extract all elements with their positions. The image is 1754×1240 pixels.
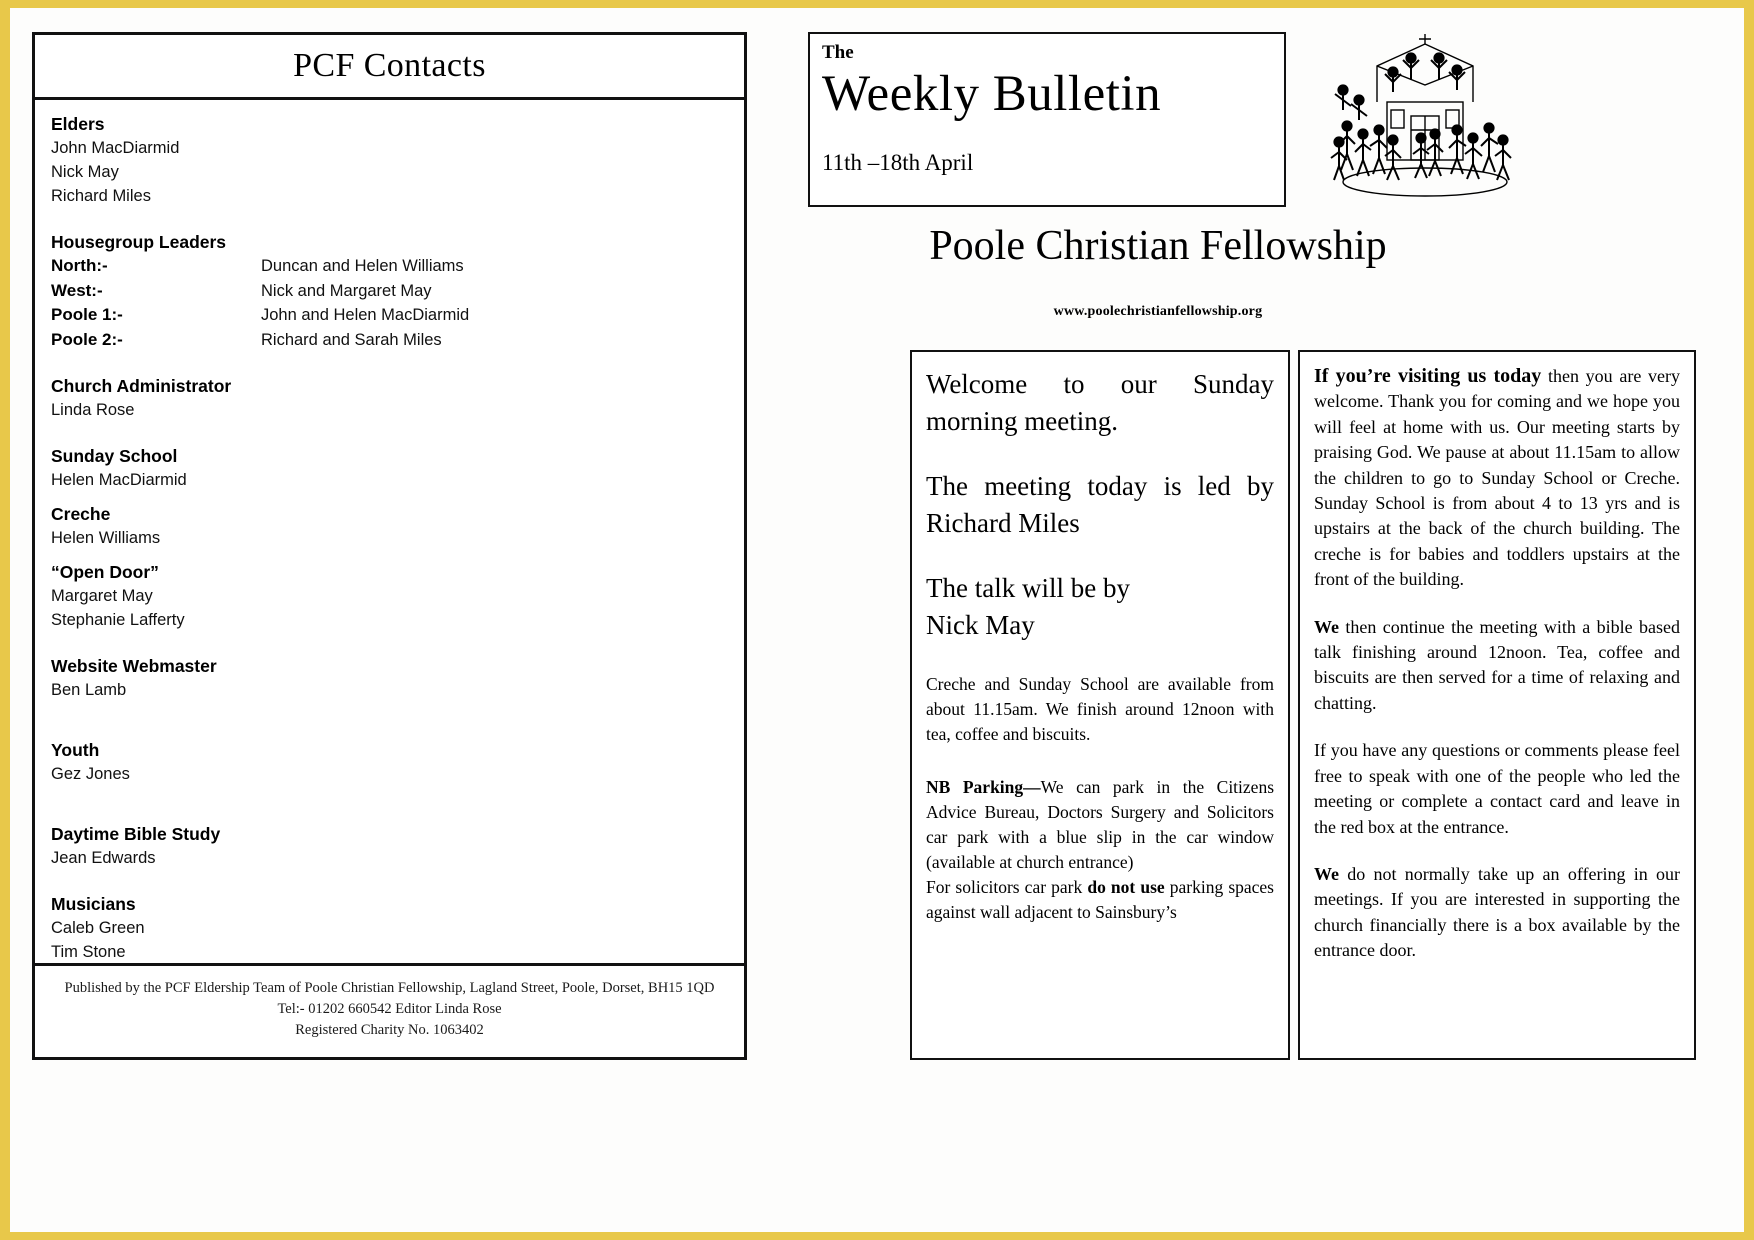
welcome-box: Welcome to our Sunday morning meeting. T…: [910, 350, 1290, 1060]
church-crowd-illustration-icon: [1325, 30, 1525, 205]
talk-speaker-label: The talk will be by: [926, 573, 1130, 603]
housegroup-row: North:- Duncan and Helen Williams: [51, 254, 744, 279]
housegroup-label: North:-: [51, 256, 108, 275]
contact-name: Stephanie Lafferty: [51, 611, 185, 629]
contact-name: Margaret May: [51, 587, 153, 605]
masthead-title: Weekly Bulletin: [822, 66, 1162, 122]
bulletin-page: PCF Contacts Elders John MacDiarmid Nick…: [10, 8, 1744, 1232]
section-heading-daytime-bible-study: Daytime Bible Study: [51, 824, 221, 844]
contact-name: Linda Rose: [51, 401, 135, 419]
section-heading-sunday-school: Sunday School: [51, 446, 178, 466]
contact-name: Helen MacDiarmid: [51, 471, 187, 489]
housegroup-people: Duncan and Helen Williams: [261, 257, 464, 275]
footer-charity-line: Registered Charity No. 1063402: [295, 1022, 484, 1038]
section-heading-elders: Elders: [51, 114, 105, 134]
creche-note: Creche and Sunday School are available f…: [926, 674, 1274, 744]
section-heading-youth: Youth: [51, 740, 100, 760]
footer-contact-line: Tel:- 01202 660542 Editor Linda Rose: [277, 1001, 502, 1017]
contacts-body: Elders John MacDiarmid Nick May Richard …: [35, 100, 744, 964]
contacts-title-bar: PCF Contacts: [35, 35, 744, 100]
section-heading-church-administrator: Church Administrator: [51, 376, 232, 396]
section-heading-housegroup-leaders: Housegroup Leaders: [51, 232, 227, 252]
pcf-contacts-panel: PCF Contacts Elders John MacDiarmid Nick…: [32, 32, 747, 1060]
parking-solicitors-pre: For solicitors car park: [926, 877, 1088, 897]
talk-speaker-name: Nick May: [926, 610, 1035, 640]
offering-lead: We: [1314, 863, 1339, 884]
section-heading-website-webmaster: Website Webmaster: [51, 656, 217, 676]
masthead-the: The: [822, 42, 854, 63]
contact-name: Gez Jones: [51, 765, 130, 783]
contact-name: Caleb Green: [51, 919, 145, 937]
meeting-structure-body: then continue the meeting with a bible b…: [1314, 616, 1680, 713]
parking-solicitors-note: For solicitors car park do not use parki…: [926, 875, 1274, 925]
parking-note: NB Parking—We can park in the Citizens A…: [926, 775, 1274, 875]
questions-paragraph: If you have any questions or comments pl…: [1314, 740, 1680, 837]
visiting-lead: If you’re visiting us today: [1314, 365, 1542, 387]
offering-paragraph: We do not normally take up an offering i…: [1314, 862, 1680, 964]
visiting-box: If you’re visiting us today then you are…: [1298, 350, 1696, 1060]
housegroup-row: Poole 1:- John and Helen MacDiarmid: [51, 303, 744, 328]
church-website-url: www.poolechristianfellowship.org: [1053, 304, 1263, 319]
housegroup-people: Richard and Sarah Miles: [261, 330, 442, 349]
meeting-structure-paragraph: We then continue the meeting with a bibl…: [1314, 615, 1680, 717]
contacts-title: PCF Contacts: [293, 47, 486, 84]
contact-name: Ben Lamb: [51, 681, 127, 699]
contact-name: Helen Williams: [51, 529, 161, 547]
housegroup-row: Poole 2:- Richard and Sarah Miles: [51, 328, 744, 353]
parking-do-not-use: do not use: [1087, 877, 1165, 897]
offering-body: do not normally take up an offering in o…: [1314, 863, 1680, 961]
housegroup-label: West:-: [51, 280, 103, 300]
contact-name: Nick May: [51, 163, 119, 181]
contact-name: Richard Miles: [51, 187, 151, 205]
meeting-leader-line: The meeting today is led by Richard Mile…: [926, 471, 1274, 538]
masthead-box: The Weekly Bulletin 11th –18th April: [808, 32, 1286, 207]
parking-label: NB Parking—: [926, 777, 1041, 797]
contact-name: John MacDiarmid: [51, 139, 180, 157]
housegroup-people: John and Helen MacDiarmid: [261, 306, 470, 324]
church-name: Poole Christian Fellowship: [929, 223, 1387, 269]
welcome-greeting: Welcome to our Sunday morning meeting.: [926, 369, 1274, 436]
housegroup-people: Nick and Margaret May: [261, 281, 432, 300]
contact-name: Tim Stone: [51, 943, 126, 961]
housegroup-label: Poole 1:-: [51, 305, 123, 324]
meeting-structure-lead: We: [1314, 616, 1339, 637]
publication-footer: Published by the PCF Eldership Team of P…: [35, 963, 744, 1057]
section-heading-creche: Creche: [51, 504, 111, 524]
visiting-intro-body: then you are very welcome. Thank you for…: [1314, 366, 1680, 590]
section-heading-open-door: “Open Door”: [51, 562, 159, 582]
housegroup-label: Poole 2:-: [51, 329, 123, 349]
visiting-intro-paragraph: If you’re visiting us today then you are…: [1314, 364, 1680, 593]
contact-name: Jean Edwards: [51, 849, 156, 867]
footer-publisher-line: Published by the PCF Eldership Team of P…: [64, 980, 715, 996]
section-heading-musicians: Musicians: [51, 894, 136, 914]
housegroup-row: West:- Nick and Margaret May: [51, 279, 744, 304]
masthead-dates: 11th –18th April: [822, 150, 974, 175]
